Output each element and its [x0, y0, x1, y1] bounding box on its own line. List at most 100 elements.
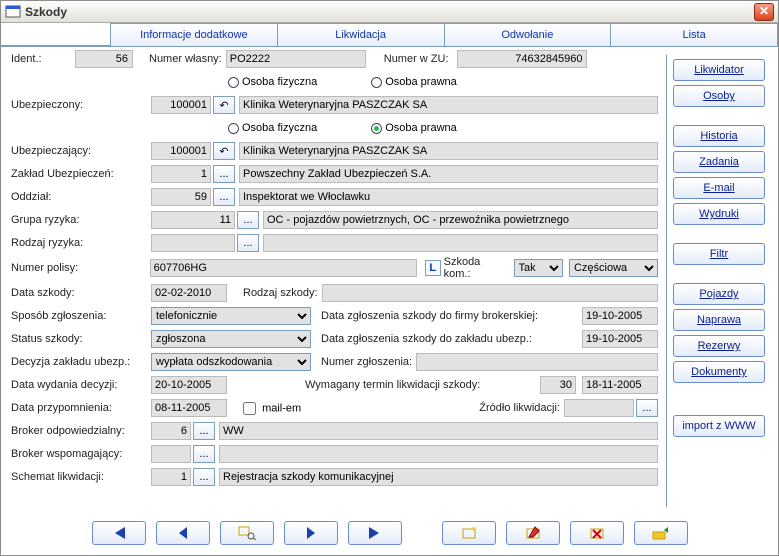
side-historia[interactable]: Historia	[673, 125, 765, 147]
ubezpieczajacy-code[interactable]: 100001	[151, 142, 211, 160]
data-zgl-broker-label: Data zgłoszenia szkody do firmy brokersk…	[321, 310, 538, 322]
oddzial-lookup-button[interactable]: ...	[213, 188, 235, 206]
tab-likwidacja[interactable]: Likwidacja	[277, 23, 445, 46]
decyzja-select[interactable]: wypłata odszkodowania	[151, 353, 311, 371]
zaklad-name: Powszechny Zakład Ubezpieczeń S.A.	[239, 165, 658, 183]
schemat-label: Schemat likwidacji:	[11, 471, 151, 483]
data-wydania-field[interactable]: 20-10-2005	[151, 376, 227, 394]
broker-wsp-lookup-button[interactable]: ...	[193, 445, 215, 463]
side-filtr[interactable]: Filtr	[673, 243, 765, 265]
rodzaj-ryzyka-label: Rodzaj ryzyka:	[11, 237, 131, 249]
rodzaj-ryzyka-lookup-button[interactable]: ...	[237, 234, 259, 252]
side-osoby[interactable]: Osoby	[673, 85, 765, 107]
side-dokumenty[interactable]: Dokumenty	[673, 361, 765, 383]
grupa-name: OC - pojazdów powietrznych, OC - przewoź…	[263, 211, 658, 229]
side-naprawa[interactable]: Naprawa	[673, 309, 765, 331]
window-title: Szkody	[25, 5, 754, 19]
wymagany-label: Wymagany termin likwidacji szkody:	[305, 379, 480, 391]
radio-ubezpieczajacy: Osoba fizyczna Osoba prawna	[228, 122, 457, 134]
data-szkody-field[interactable]: 02-02-2010	[151, 284, 227, 302]
zaklad-lookup-button[interactable]: ...	[213, 165, 235, 183]
ident-value: 56	[75, 50, 133, 68]
numer-polisy-field[interactable]: 607706HG	[150, 259, 417, 277]
last-icon	[367, 527, 383, 539]
data-zgl-broker-field[interactable]: 19-10-2005	[582, 307, 658, 325]
nav-export[interactable]	[634, 521, 688, 545]
szkoda-partial-select[interactable]: Częściowa	[569, 259, 658, 277]
legend-button[interactable]: L	[425, 260, 441, 276]
edit-icon	[525, 526, 541, 540]
side-likwidator[interactable]: Likwidator	[673, 59, 765, 81]
zaklad-code[interactable]: 1	[151, 165, 211, 183]
nav-first[interactable]	[92, 521, 146, 545]
rodzaj-szkody-field[interactable]	[322, 284, 658, 302]
nav-next[interactable]	[284, 521, 338, 545]
data-przyp-field[interactable]: 08-11-2005	[151, 399, 227, 417]
delete-icon	[589, 526, 605, 540]
mailem-checkbox[interactable]: mail-em	[239, 399, 301, 418]
ubezpieczony-code[interactable]: 100001	[151, 96, 211, 114]
side-wydruki[interactable]: Wydruki	[673, 203, 765, 225]
ubezpieczony-undo-button[interactable]: ↶	[213, 96, 235, 114]
rodzaj-ryzyka-code[interactable]	[151, 234, 235, 252]
ubezpieczony-label: Ubezpieczony:	[11, 99, 131, 111]
side-pojazdy[interactable]: Pojazdy	[673, 283, 765, 305]
zrodlo-field[interactable]	[564, 399, 634, 417]
side-rezerwy[interactable]: Rezerwy	[673, 335, 765, 357]
nav-last[interactable]	[348, 521, 402, 545]
tab-informacje-dodatkowe[interactable]: Informacje dodatkowe	[110, 23, 278, 46]
numer-zu-field[interactable]: 74632845960	[457, 50, 587, 68]
status-select[interactable]: zgłoszona	[151, 330, 311, 348]
ident-label: Ident.:	[11, 53, 55, 65]
data-zgl-zu-label: Data zgłoszenia szkody do zakładu ubezp.…	[321, 333, 532, 345]
szkoda-kom-select[interactable]: Tak	[514, 259, 563, 277]
nav-prev[interactable]	[156, 521, 210, 545]
schemat-code[interactable]: 1	[151, 468, 191, 486]
oddzial-label: Oddział:	[11, 191, 131, 203]
numer-zgl-label: Numer zgłoszenia:	[321, 356, 412, 368]
ubezpieczajacy-undo-button[interactable]: ↶	[213, 142, 235, 160]
data-wydania-label: Data wydania decyzji:	[11, 379, 131, 391]
broker-odp-label: Broker odpowiedzialny:	[11, 425, 151, 437]
sposob-zgl-select[interactable]: telefonicznie	[151, 307, 311, 325]
tab-lista[interactable]: Lista	[610, 23, 778, 46]
radio-osoba-prawna-2[interactable]: Osoba prawna	[371, 122, 457, 134]
zrodlo-lookup-button[interactable]: ...	[636, 399, 658, 417]
radio-osoba-fizyczna-2[interactable]: Osoba fizyczna	[228, 122, 317, 134]
radio-osoba-prawna-1[interactable]: Osoba prawna	[371, 76, 457, 88]
numer-polisy-label: Numer polisy:	[11, 262, 130, 274]
broker-wsp-code[interactable]	[151, 445, 191, 463]
broker-odp-code[interactable]: 6	[151, 422, 191, 440]
numer-zgl-field[interactable]	[416, 353, 658, 371]
oddzial-code[interactable]: 59	[151, 188, 211, 206]
broker-odp-lookup-button[interactable]: ...	[193, 422, 215, 440]
nav-delete[interactable]	[570, 521, 624, 545]
ubezpieczajacy-name: Klinika Weterynaryjna PASZCZAK SA	[239, 142, 658, 160]
rodzaj-szkody-label: Rodzaj szkody:	[243, 287, 318, 299]
side-zadania[interactable]: Zadania	[673, 151, 765, 173]
side-email[interactable]: E-mail	[673, 177, 765, 199]
close-button[interactable]: ✕	[754, 3, 774, 21]
tab-odwolanie[interactable]: Odwołanie	[444, 23, 612, 46]
nav-search[interactable]	[220, 521, 274, 545]
side-import-www[interactable]: import z WWW	[673, 415, 765, 437]
wymagany-date[interactable]: 18-11-2005	[582, 376, 658, 394]
app-icon	[5, 4, 21, 20]
nav-new[interactable]	[442, 521, 496, 545]
first-icon	[111, 527, 127, 539]
broker-wsp-label: Broker wspomagający:	[11, 448, 151, 460]
numer-wlasny-field[interactable]: PO2222	[226, 50, 366, 68]
grupa-lookup-button[interactable]: ...	[237, 211, 259, 229]
sidebar: Likwidator Osoby Historia Zadania E-mail…	[666, 55, 772, 507]
szkoda-kom-label: Szkoda kom.:	[444, 256, 510, 280]
data-zgl-zu-field[interactable]: 19-10-2005	[582, 330, 658, 348]
schemat-lookup-button[interactable]: ...	[193, 468, 215, 486]
new-icon	[461, 526, 477, 540]
grupa-code[interactable]: 11	[151, 211, 235, 229]
radio-osoba-fizyczna-1[interactable]: Osoba fizyczna	[228, 76, 317, 88]
nav-edit[interactable]	[506, 521, 560, 545]
decyzja-label: Decyzja zakładu ubezp.:	[11, 356, 131, 368]
radio-ubezpieczony: Osoba fizyczna Osoba prawna	[228, 76, 457, 88]
wymagany-days[interactable]: 30	[540, 376, 576, 394]
grupa-label: Grupa ryzyka:	[11, 214, 131, 226]
